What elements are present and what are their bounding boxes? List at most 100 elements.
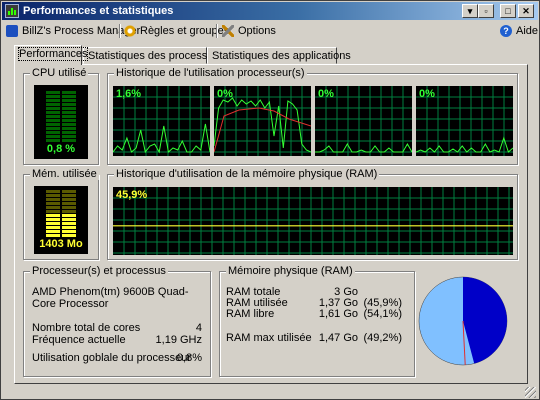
meter-segment	[62, 190, 76, 193]
ram-max-value: 1,47 Go	[318, 332, 358, 344]
meter-segment	[62, 103, 76, 106]
ram-free-value: 1,61 Go	[318, 308, 358, 320]
app-monitor-icon	[5, 4, 19, 18]
meter-segment	[62, 99, 76, 102]
cpu-history-title: Historique de l'utilisation processeur(s…	[114, 67, 307, 79]
frequency-value: 1,19 GHz	[155, 334, 202, 346]
menu-options[interactable]: Options	[222, 23, 276, 39]
window-title: Performances et statistiques	[23, 5, 174, 17]
meter-segment	[62, 218, 76, 221]
processor-info-group: Processeur(s) et processus AMD Phenom(tm…	[23, 265, 211, 377]
meter-segment	[46, 103, 60, 106]
meter-segment	[46, 210, 60, 213]
meter-segment	[62, 214, 76, 217]
cpu-core-1-value: 1,6%	[116, 88, 142, 100]
memory-usage-value: 1403 Mo	[39, 238, 83, 250]
cpu-usage-value: 0,8 %	[46, 143, 76, 155]
meter-segment	[46, 218, 60, 221]
meter-segment	[46, 234, 60, 237]
app-logo-icon	[6, 25, 18, 37]
meter-segment	[62, 115, 76, 118]
ram-free-percent: (54,1%)	[363, 308, 402, 320]
meter-segment	[62, 123, 76, 126]
meter-segment	[46, 194, 60, 197]
meter-segment	[46, 135, 60, 138]
meter-segment	[62, 131, 76, 134]
title-bar[interactable]: Performances et statistiques ▾ ▫ □ ✕	[2, 2, 538, 20]
meter-segment	[46, 206, 60, 209]
meter-segment	[62, 226, 76, 229]
performance-panel: CPU utilisé 0,8 % Historique de l'utilis…	[14, 64, 528, 384]
rollup-button[interactable]: ▾	[462, 4, 478, 18]
meter-segment	[46, 226, 60, 229]
meter-segment	[46, 198, 60, 201]
tab-application-stats[interactable]: Statistiques des applications	[207, 47, 351, 64]
help-icon: ?	[500, 25, 512, 37]
cpu-usage-group: CPU utilisé 0,8 %	[23, 67, 99, 165]
meter-segment	[46, 119, 60, 122]
meter-segment	[46, 111, 60, 114]
cpu-core-graph: 0%	[416, 86, 513, 156]
tab-performances[interactable]: Performances	[14, 45, 89, 65]
ram-free-label: RAM libre	[226, 308, 275, 320]
menu-bar: BillZ's Process Manager Règles et groupe…	[2, 21, 538, 41]
meter-segment	[62, 107, 76, 110]
processor-model: AMD Phenom(tm) 9600B Quad-Core Processor	[32, 286, 189, 310]
cpu-core-4-value: 0%	[419, 88, 435, 100]
cpu-core-graph: 0%	[214, 86, 311, 156]
cpu-trace-line	[315, 142, 412, 153]
memory-history-group: Historique d'utilisation de la mémoire p…	[107, 168, 518, 260]
meter-segment	[62, 111, 76, 114]
cpu-trace-line	[214, 97, 311, 153]
close-button[interactable]: ✕	[518, 4, 534, 18]
memory-usage-title: Mém. utilisée	[30, 168, 99, 180]
meter-segment	[62, 91, 76, 94]
meter-segment	[46, 230, 60, 233]
global-usage-label: Utilisation goblale du processeur	[32, 352, 191, 364]
meter-segment	[46, 127, 60, 130]
meter-segment	[46, 115, 60, 118]
performance-window: Performances et statistiques ▾ ▫ □ ✕ Bil…	[0, 0, 540, 400]
ram-max-percent: (49,2%)	[363, 332, 402, 344]
meter-segment	[62, 95, 76, 98]
ram-info-title: Mémoire physique (RAM)	[226, 265, 355, 277]
menu-rules-groups[interactable]: Règles et groupes	[124, 23, 229, 39]
meter-segment	[62, 127, 76, 130]
pin-button[interactable]: ▫	[478, 4, 494, 18]
meter-segment	[62, 206, 76, 209]
meter-segment	[46, 123, 60, 126]
meter-segment	[62, 222, 76, 225]
ram-pie-chart	[418, 276, 508, 366]
global-usage-value: 0,8%	[176, 352, 202, 364]
cpu-core-3-value: 0%	[318, 88, 334, 100]
cpu-usage-title: CPU utilisé	[30, 67, 89, 79]
menu-separator	[216, 24, 218, 38]
meter-segment	[46, 131, 60, 134]
meter-segment	[62, 135, 76, 138]
meter-segment	[62, 194, 76, 197]
memory-history-value: 45,9%	[116, 189, 148, 201]
meter-segment	[46, 222, 60, 225]
meter-segment	[62, 198, 76, 201]
memory-usage-group: Mém. utilisée 1403 Mo	[23, 168, 99, 260]
tab-processor-stats[interactable]: Statistiques des processeurs	[83, 47, 229, 64]
options-tools-icon	[222, 25, 234, 37]
meter-segment	[46, 139, 60, 142]
menu-help[interactable]: ? Aide	[500, 23, 538, 39]
cpu-trace-line	[113, 123, 210, 154]
total-cores-value: 4	[195, 322, 202, 334]
memory-history-graph: 45,9%	[113, 187, 513, 255]
memory-meter: 1403 Mo	[34, 186, 88, 254]
processor-info-title: Processeur(s) et processus	[30, 265, 168, 277]
meter-segment	[62, 119, 76, 122]
resize-grip[interactable]	[525, 387, 536, 398]
meter-segment	[46, 214, 60, 217]
total-cores-label: Nombre total de cores	[32, 322, 141, 334]
status-bar	[2, 386, 538, 399]
meter-segment	[46, 190, 60, 193]
maximize-button[interactable]: □	[500, 4, 516, 18]
meter-segment	[62, 234, 76, 237]
cpu-core-graph: 1,6%	[113, 86, 210, 156]
ram-info-group: Mémoire physique (RAM) RAM totale 3 Go R…	[219, 265, 415, 377]
meter-segment	[62, 210, 76, 213]
